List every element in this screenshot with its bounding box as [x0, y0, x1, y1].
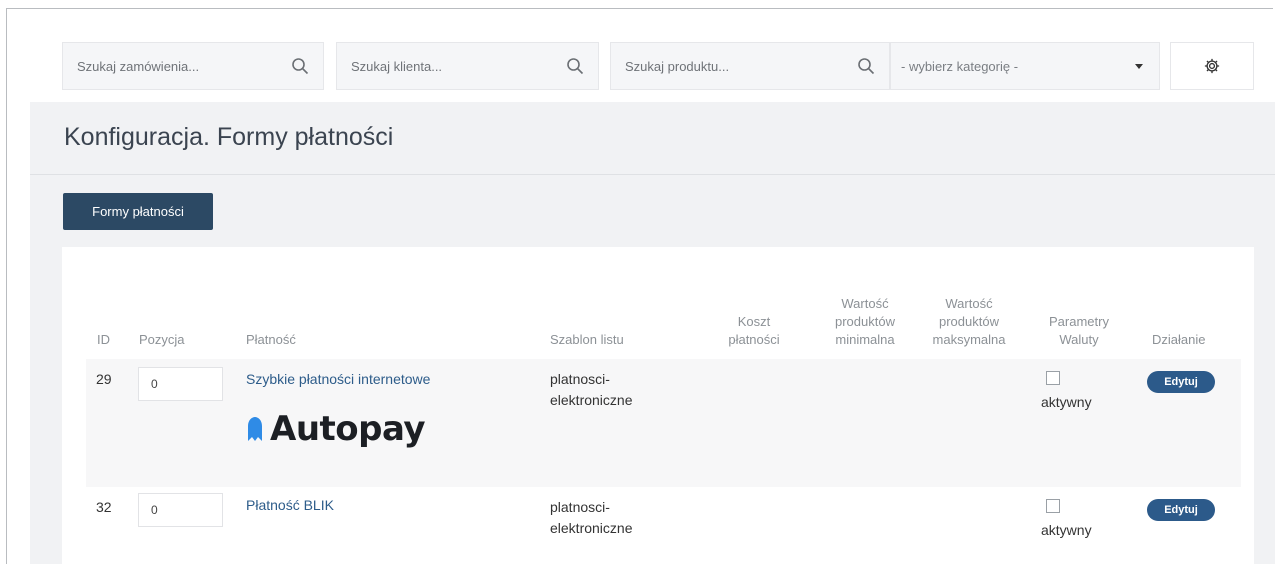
position-input[interactable] — [138, 493, 223, 527]
active-checkbox[interactable] — [1046, 371, 1060, 385]
client-search-box — [336, 42, 599, 90]
category-select-value: - wybierz kategorię - — [901, 59, 1019, 74]
header-list-template: Szablon listu — [550, 332, 624, 347]
product-search-input[interactable] — [611, 43, 889, 89]
top-search-bar: - wybierz kategorię - — [30, 30, 1275, 102]
page-title: Konfiguracja. Formy płatności — [64, 123, 394, 151]
table-row: 29 Szybkie płatności internetowe Autopay… — [86, 359, 1241, 487]
payment-name: Szybkie płatności internetowe — [246, 369, 430, 390]
title-divider — [30, 174, 1275, 175]
edit-button[interactable]: Edytuj — [1147, 499, 1215, 521]
autopay-logo-icon — [248, 417, 262, 441]
search-icon[interactable] — [291, 57, 309, 75]
gear-icon — [1204, 58, 1220, 74]
autopay-logo: Autopay — [246, 409, 426, 449]
order-search-input[interactable] — [63, 43, 323, 89]
header-currency-params: Parametry Waluty — [1049, 314, 1109, 347]
active-label: aktywny — [1041, 394, 1092, 410]
app-container: - wybierz kategorię - Konfiguracja. Form… — [30, 30, 1275, 564]
settings-button[interactable] — [1170, 42, 1254, 90]
category-select[interactable]: - wybierz kategorię - — [890, 42, 1160, 90]
row-id: 29 — [96, 371, 112, 387]
payment-name-link[interactable]: Płatność BLIK — [246, 497, 334, 513]
chevron-down-icon — [1135, 64, 1143, 69]
header-payment: Płatność — [246, 332, 296, 347]
payment-name: Płatność BLIK — [246, 495, 334, 516]
header-max-value: Wartość produktów maksymalna — [932, 296, 1006, 347]
active-checkbox[interactable] — [1046, 499, 1060, 513]
edit-button[interactable]: Edytuj — [1147, 371, 1215, 393]
payment-forms-button[interactable]: Formy płatności — [63, 193, 213, 230]
header-position: Pozycja — [139, 332, 185, 347]
row-id: 32 — [96, 499, 112, 515]
list-template: platnosci- elektroniczne — [550, 371, 633, 408]
search-icon[interactable] — [566, 57, 584, 75]
autopay-logo-text: Autopay — [270, 409, 426, 449]
client-search-input[interactable] — [337, 43, 598, 89]
order-search-box — [62, 42, 324, 90]
table-row: 32 Płatność BLIK platnosci- elektroniczn… — [86, 487, 1241, 564]
payment-methods-table: ID Pozycja Płatność Szablon listu Koszt … — [62, 247, 1254, 564]
header-cost: Koszt płatności — [728, 314, 780, 347]
search-icon[interactable] — [857, 57, 875, 75]
header-id: ID — [97, 332, 110, 347]
product-search-box — [610, 42, 890, 90]
list-template: platnosci- elektroniczne — [550, 499, 633, 536]
payment-name-link[interactable]: Szybkie płatności internetowe — [246, 371, 430, 387]
header-action: Działanie — [1152, 332, 1206, 347]
header-min-value: Wartość produktów minimalna — [835, 296, 895, 347]
active-label: aktywny — [1041, 522, 1092, 538]
position-input[interactable] — [138, 367, 223, 401]
